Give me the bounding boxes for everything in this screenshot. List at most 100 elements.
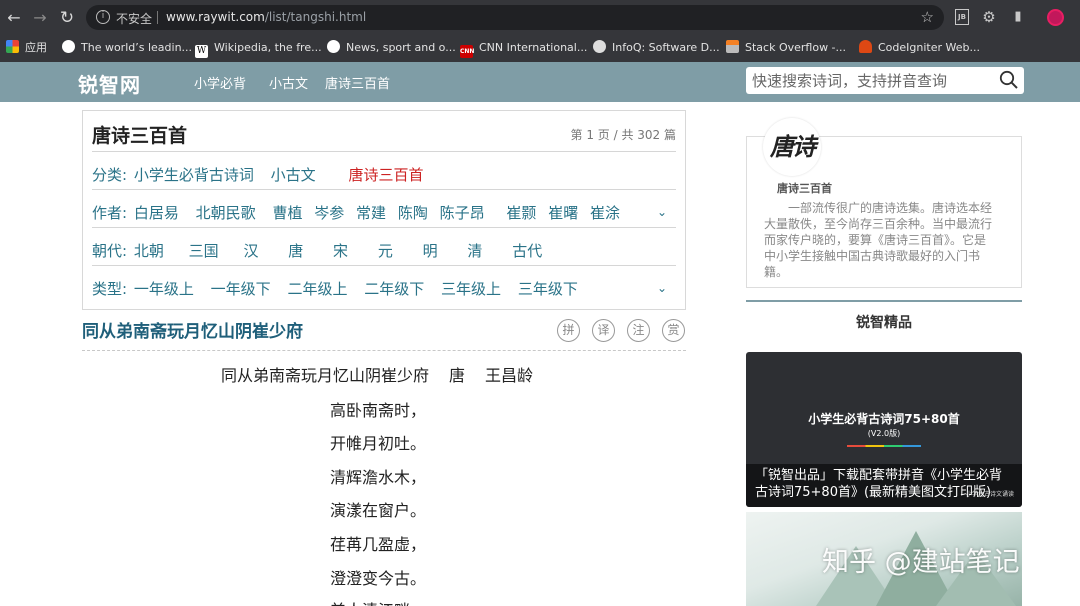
type-option[interactable]: 三年级上 — [441, 280, 501, 298]
poem-line: 美人清江畔 — [330, 597, 410, 606]
bookmark-star-icon[interactable]: ☆ — [921, 8, 934, 26]
author-option[interactable]: 陈子昂 — [440, 204, 485, 222]
dynasty-row: 朝代: 北朝 三国 汉 唐 宋 元 明 清 古代 — [92, 240, 554, 262]
apps-grid-icon — [6, 40, 19, 53]
codeigniter-icon — [859, 40, 872, 53]
dynasty-option[interactable]: 唐 — [288, 242, 303, 260]
extension-gear-icon[interactable]: ⚙ — [981, 9, 997, 25]
chevron-down-icon[interactable]: ⌄ — [657, 281, 667, 295]
bookmark-apps[interactable]: 应用 — [6, 39, 47, 57]
author-option[interactable]: 崔颢 — [506, 204, 536, 222]
type-label: 类型: — [92, 280, 128, 298]
nav-link-primary-must-recite[interactable]: 小学必背 — [194, 73, 246, 92]
back-arrow-icon[interactable]: ← — [4, 8, 24, 28]
site-logo[interactable]: 锐智网 — [78, 69, 141, 98]
dynasty-option[interactable]: 古代 — [512, 242, 542, 260]
poem-title: 同从弟南斋玩月忆山阴崔少府 — [221, 366, 430, 385]
bookmark-codeigniter[interactable]: CodeIgniter Web... — [859, 39, 980, 57]
category-option-active[interactable]: 唐诗三百首 — [348, 166, 423, 184]
featured-heading: 锐智精品 — [856, 315, 912, 331]
author-option[interactable]: 曹植 — [272, 204, 302, 222]
poem-line: 澄澄变今古。 — [330, 569, 427, 588]
github-icon — [62, 40, 75, 53]
reload-icon[interactable]: ↻ — [57, 8, 77, 28]
dynasty-option[interactable]: 清 — [467, 242, 482, 260]
url-text[interactable]: www.raywit.com/list/tangshi.html — [166, 10, 366, 24]
dynasty-option[interactable]: 宋 — [333, 242, 348, 260]
google-icon — [327, 40, 340, 53]
appreciate-button[interactable]: 赏 — [662, 319, 685, 342]
wikipedia-icon: W — [195, 45, 208, 58]
author-option[interactable]: 陈陶 — [398, 204, 428, 222]
infoq-icon — [593, 40, 606, 53]
type-option[interactable]: 三年级下 — [518, 280, 578, 298]
dashed-divider — [82, 350, 686, 351]
bookmark-infoq[interactable]: InfoQ: Software D... — [593, 39, 720, 57]
bookmark-wikipedia[interactable]: W Wikipedia, the fre... — [195, 39, 322, 58]
poem-dynasty: 唐 — [449, 366, 466, 385]
author-option[interactable]: 白居易 — [134, 204, 179, 222]
bookmark-cnn[interactable]: CNN CNN International... — [460, 39, 587, 58]
info-icon[interactable]: i — [96, 10, 110, 24]
jetbrains-extension-icon[interactable]: JB — [955, 9, 969, 25]
promo-card[interactable]: 小学生必背古诗词75+80首 (V2.0版) 「锐智出品」下载配套带拼音《小学生… — [746, 352, 1022, 507]
author-option[interactable]: 常建 — [356, 204, 386, 222]
dynasty-option[interactable]: 汉 — [243, 242, 258, 260]
promo-caption[interactable]: 「锐智出品」下载配套带拼音《小学生必背古诗词75+80首》(最新精美图文打印版) — [746, 464, 1022, 507]
author-option[interactable]: 岑参 — [314, 204, 344, 222]
bookmark-github[interactable]: The world’s leadin... — [62, 39, 192, 57]
profile-avatar[interactable] — [1047, 9, 1064, 26]
url-path: /list/tangshi.html — [264, 10, 367, 24]
forward-arrow-icon[interactable]: → — [30, 8, 50, 28]
browser-chrome: ← → ↻ i 不安全 www.raywit.com/list/tangshi.… — [0, 0, 1080, 62]
nav-link-classical-prose[interactable]: 小古文 — [269, 73, 308, 92]
address-row: ← → ↻ i 不安全 www.raywit.com/list/tangshi.… — [0, 0, 1080, 35]
poem-line: 开帷月初吐。 — [330, 434, 427, 453]
search-icon[interactable] — [999, 70, 1019, 90]
type-option[interactable]: 二年级上 — [287, 280, 347, 298]
bookmark-stackoverflow[interactable]: Stack Overflow -... — [726, 39, 846, 57]
author-option[interactable]: 崔涂 — [590, 204, 620, 222]
author-row: 作者: 白居易 北朝民歌 曹植 岑参 常建 陈陶 陈子昂 崔颢 崔曙 崔涂 — [92, 202, 632, 224]
chevron-down-icon[interactable]: ⌄ — [657, 205, 667, 219]
author-option[interactable]: 北朝民歌 — [196, 204, 256, 222]
poem-author[interactable]: 王昌龄 — [485, 366, 533, 385]
promo-color-bar — [847, 445, 921, 447]
stackoverflow-icon — [726, 40, 739, 53]
nav-link-tang-300[interactable]: 唐诗三百首 — [325, 73, 390, 92]
bookmarks-bar: 应用 The world’s leadin... W Wikipedia, the… — [0, 35, 1080, 62]
poem-line: 清辉澹水木， — [330, 468, 427, 487]
poem-line: 荏苒几盈虚， — [330, 535, 427, 554]
extensions-puzzle-icon[interactable]: ▮ — [1010, 9, 1026, 25]
type-option[interactable]: 一年级上 — [134, 280, 194, 298]
dynasty-option[interactable]: 元 — [378, 242, 393, 260]
translate-button[interactable]: 译 — [592, 319, 615, 342]
divider — [92, 189, 676, 190]
search-input[interactable] — [752, 70, 992, 91]
poem-heading-link[interactable]: 同从弟南斋玩月忆山阴崔少府 — [82, 317, 303, 342]
type-option[interactable]: 一年级下 — [211, 280, 271, 298]
category-row: 分类: 小学生必背古诗词 小古文 唐诗三百首 — [92, 164, 435, 186]
category-option[interactable]: 小学生必背古诗词 — [134, 166, 254, 184]
poem-line: 演漾在窗户。 — [330, 501, 427, 520]
search-box — [746, 67, 1024, 94]
address-bar[interactable]: i 不安全 www.raywit.com/list/tangshi.html ☆ — [86, 5, 944, 30]
dynasty-option[interactable]: 北朝 — [134, 242, 164, 260]
url-host: www.raywit.com — [166, 10, 265, 24]
poem-title-line: 同从弟南斋玩月忆山阴崔少府唐王昌龄 — [221, 362, 553, 386]
filter-panel: 唐诗三百首 第 1 页 / 共 302 篇 分类: 小学生必背古诗词 小古文 唐… — [82, 110, 686, 310]
pinyin-button[interactable]: 拼 — [557, 319, 580, 342]
annotate-button[interactable]: 注 — [627, 319, 650, 342]
category-option[interactable]: 小古文 — [271, 166, 316, 184]
dynasty-label: 朝代: — [92, 242, 128, 260]
promo-title: 小学生必背古诗词75+80首 — [808, 412, 960, 426]
tang-poetry-logo: 唐诗 — [763, 118, 821, 176]
intro-description: 一部流传很广的唐诗选集。唐诗选本经大量散佚，至今尚存三百余种。当中最流行而家传户… — [764, 201, 993, 279]
security-label[interactable]: 不安全 — [116, 10, 152, 27]
bookmark-news[interactable]: News, sport and o... — [327, 39, 456, 57]
type-option[interactable]: 二年级下 — [364, 280, 424, 298]
panel-title: 唐诗三百首 — [92, 125, 188, 147]
dynasty-option[interactable]: 三国 — [189, 242, 219, 260]
author-option[interactable]: 崔曙 — [548, 204, 578, 222]
dynasty-option[interactable]: 明 — [423, 242, 438, 260]
